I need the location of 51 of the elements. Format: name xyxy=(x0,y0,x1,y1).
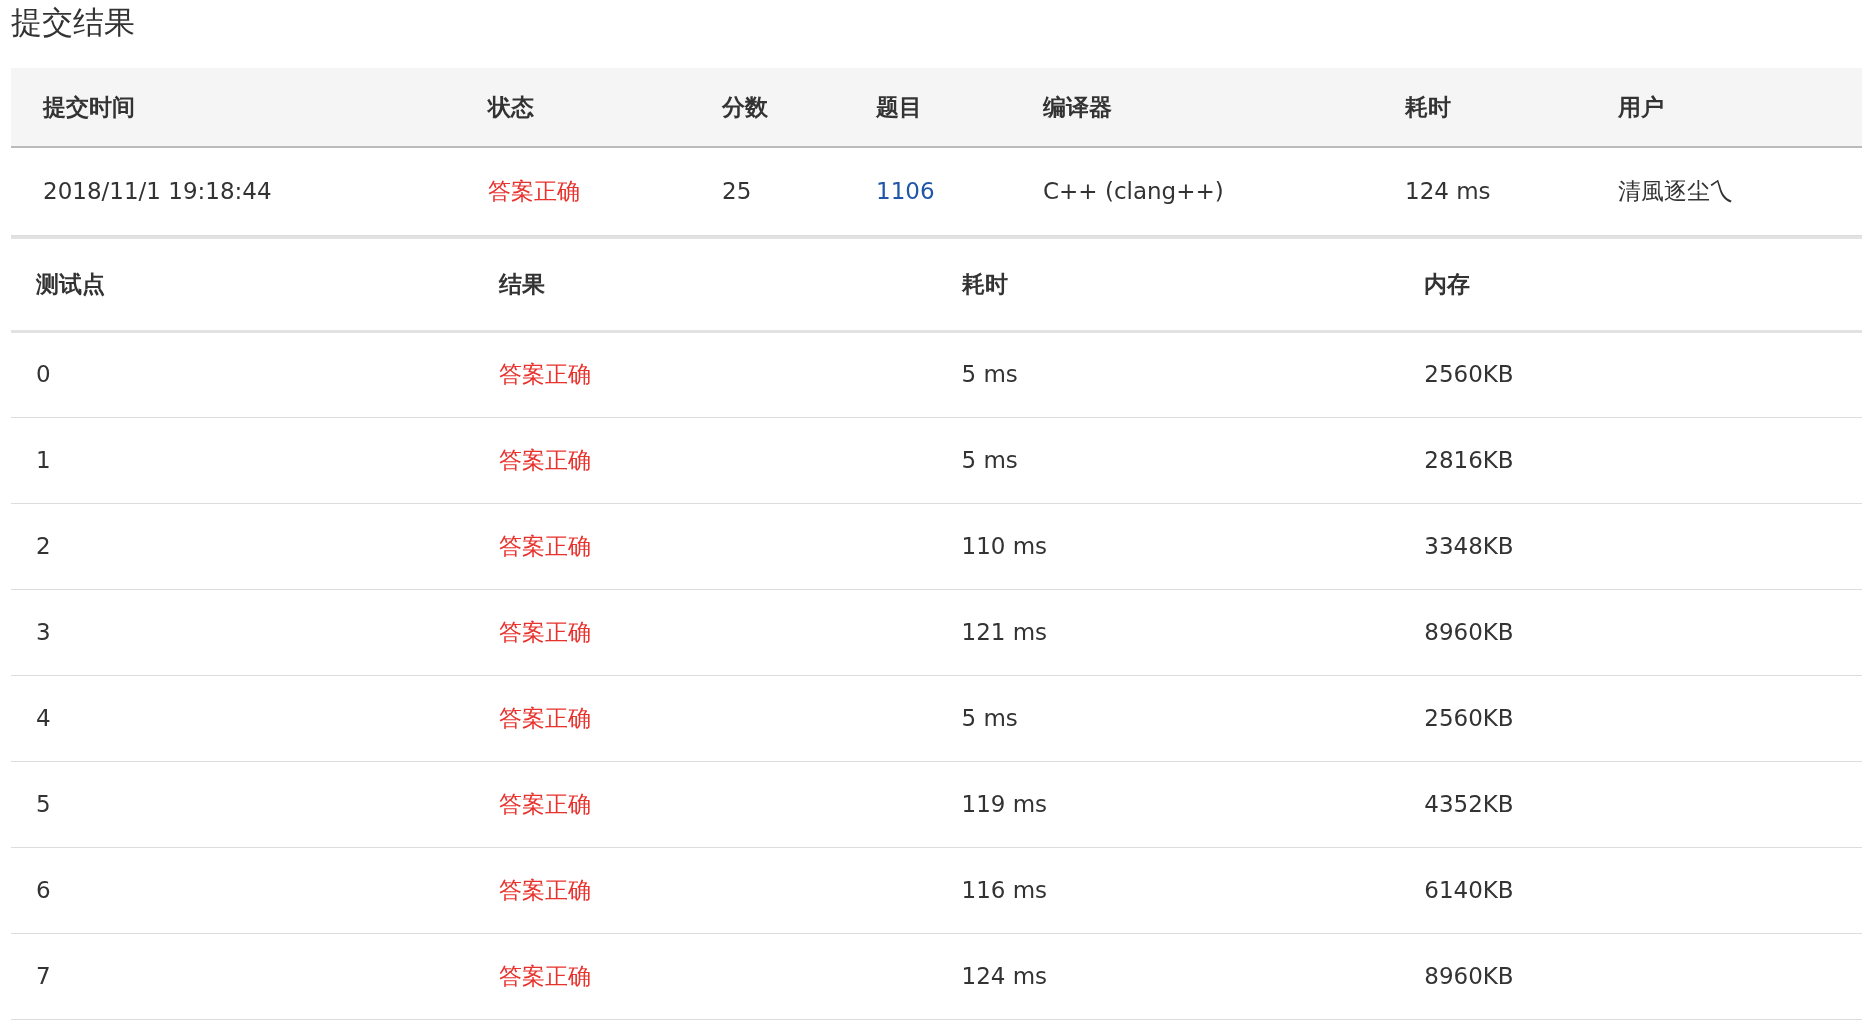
column-header: 内存 xyxy=(1399,237,1862,331)
table-cell: 6 xyxy=(11,847,474,933)
table-cell: 清風逐尘乀 xyxy=(1586,147,1862,235)
table-cell: 121 ms xyxy=(936,589,1400,675)
problem-link[interactable]: 1106 xyxy=(876,178,935,204)
table-cell: 答案正确 xyxy=(473,761,937,847)
table-cell: 2816KB xyxy=(1399,417,1862,503)
column-header: 编译器 xyxy=(1011,68,1373,147)
table-cell: 110 ms xyxy=(936,503,1400,589)
table-cell: 2018/11/1 19:18:44 xyxy=(11,147,456,235)
column-header: 耗时 xyxy=(936,237,1400,331)
page-title: 提交结果 xyxy=(11,3,136,42)
table-cell: 答案正确 xyxy=(456,147,690,235)
column-header: 用户 xyxy=(1586,68,1862,147)
table-cell: 2560KB xyxy=(1399,675,1862,761)
table-cell: 答案正确 xyxy=(473,675,937,761)
table-cell: 119 ms xyxy=(936,761,1400,847)
column-header: 状态 xyxy=(456,68,690,147)
column-header: 提交时间 xyxy=(11,68,456,147)
table-cell: 8960KB xyxy=(1399,589,1862,675)
column-header: 题目 xyxy=(844,68,1011,147)
table-cell: 5 xyxy=(11,761,474,847)
table-cell: 5 ms xyxy=(936,417,1400,503)
column-header: 分数 xyxy=(690,68,844,147)
table-cell: 2560KB xyxy=(1399,331,1862,417)
table-cell: 124 ms xyxy=(936,933,1400,1019)
table-cell: 4352KB xyxy=(1399,761,1862,847)
column-header: 结果 xyxy=(473,237,937,331)
table-cell: 116 ms xyxy=(936,847,1400,933)
table-cell: 25 xyxy=(690,147,844,235)
table-cell: 答案正确 xyxy=(473,933,937,1019)
column-header: 耗时 xyxy=(1373,68,1586,147)
table-cell: C++ (clang++) xyxy=(1011,147,1373,235)
table-cell: 1 xyxy=(11,417,474,503)
table-cell: 4 xyxy=(11,675,474,761)
table-cell: 6140KB xyxy=(1399,847,1862,933)
table-cell: 5 ms xyxy=(936,331,1400,417)
table-cell: 7 xyxy=(11,933,474,1019)
table-cell: 8960KB xyxy=(1399,933,1862,1019)
table-cell: 2 xyxy=(11,503,474,589)
table-cell: 3348KB xyxy=(1399,503,1862,589)
table-cell: 0 xyxy=(11,331,474,417)
column-header: 测试点 xyxy=(11,237,474,331)
table-cell: 124 ms xyxy=(1373,147,1586,235)
table-cell: 答案正确 xyxy=(473,417,937,503)
table-cell: 答案正确 xyxy=(473,589,937,675)
table-cell: 5 ms xyxy=(936,675,1400,761)
table-cell: 答案正确 xyxy=(473,847,937,933)
table-cell: 3 xyxy=(11,589,474,675)
table-cell: 答案正确 xyxy=(473,503,937,589)
table-cell: 答案正确 xyxy=(473,331,937,417)
